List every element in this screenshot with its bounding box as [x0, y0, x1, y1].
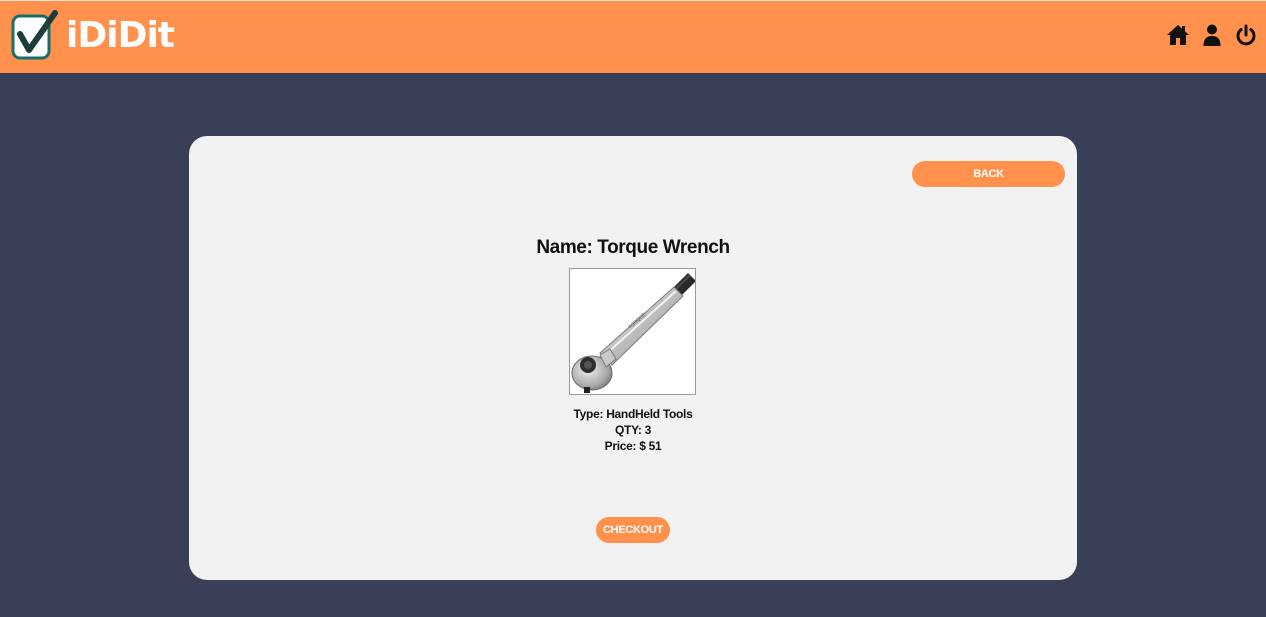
power-icon[interactable]	[1234, 23, 1258, 47]
product-name: Name: Torque Wrench	[536, 237, 730, 258]
back-button[interactable]: BACK	[912, 161, 1065, 187]
checkbox-logo-icon	[11, 10, 58, 60]
app-logo[interactable]: iDiDit	[11, 10, 175, 62]
product-detail-card: BACK Name: Torque Wrench TORQUE Type: Ha…	[189, 136, 1077, 580]
checkout-button[interactable]: CHECKOUT	[596, 517, 670, 543]
product-price: Price: $ 51	[604, 439, 662, 453]
product-details: Type: HandHeld Tools QTY: 3 Price: $ 51	[189, 406, 1077, 454]
torque-wrench-image: TORQUE	[571, 273, 695, 393]
home-icon[interactable]	[1166, 23, 1190, 47]
product-qty: QTY: 3	[615, 423, 651, 437]
top-navbar: iDiDit	[0, 0, 1266, 73]
nav-icon-group	[1166, 23, 1258, 47]
user-icon[interactable]	[1200, 23, 1224, 47]
logo-text: iDiDit	[66, 15, 175, 56]
product-image: TORQUE	[569, 268, 696, 395]
product-type: Type: HandHeld Tools	[573, 407, 693, 421]
